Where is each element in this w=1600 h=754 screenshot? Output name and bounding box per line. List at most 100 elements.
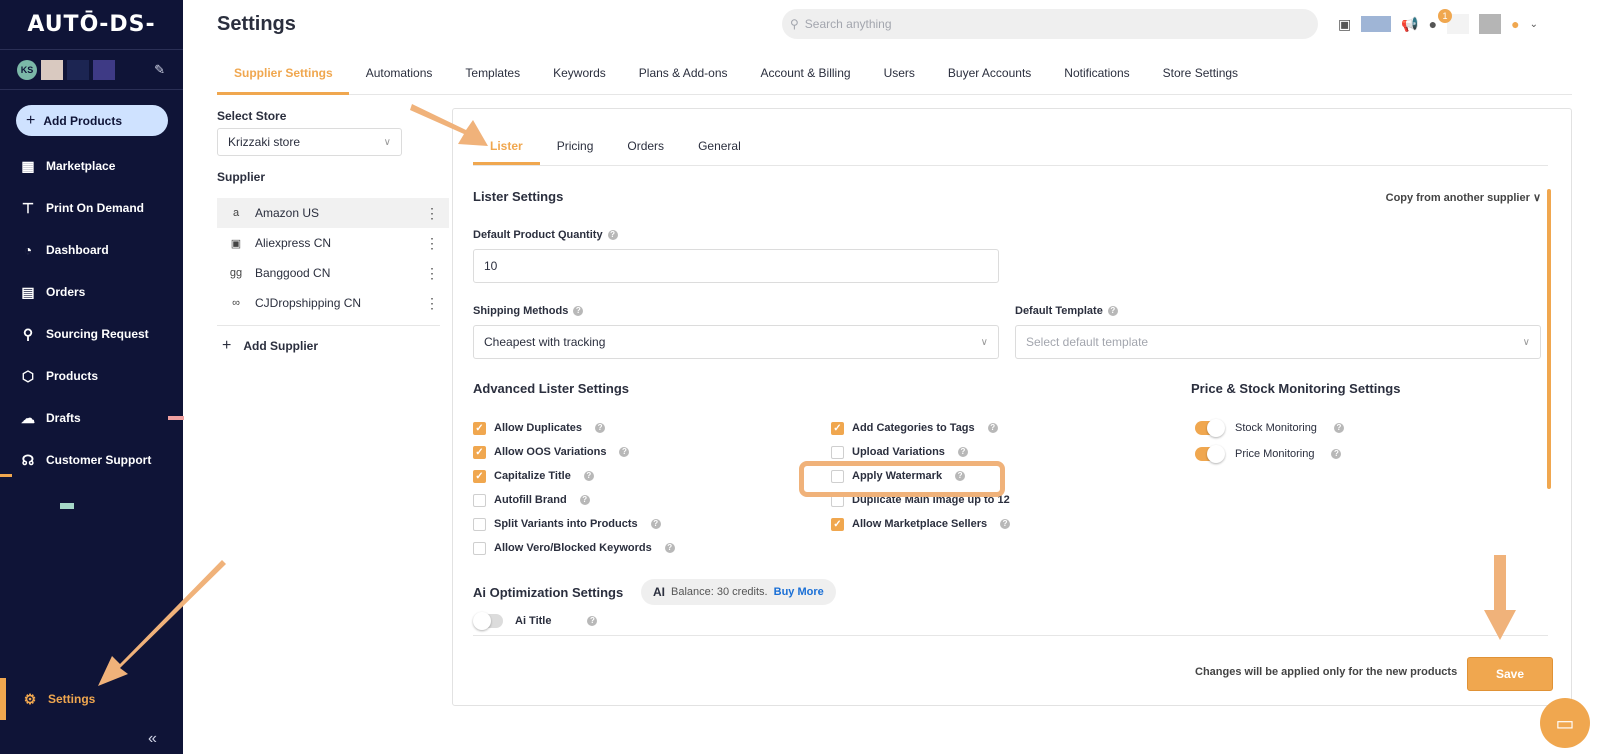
option-allow-oos-variations[interactable]: ✓ Allow OOS Variations? bbox=[473, 444, 630, 460]
copy-from-supplier-link[interactable]: Copy from another supplier ∨ bbox=[1386, 191, 1541, 204]
chevron-down-icon[interactable]: ⌄ bbox=[1530, 19, 1538, 30]
tab-buyer-accounts[interactable]: Buyer Accounts bbox=[931, 60, 1047, 95]
search-input[interactable]: ⚲ Search anything bbox=[782, 9, 1318, 39]
user-icon[interactable]: ● bbox=[1511, 16, 1519, 32]
option-add-categories-to-tags[interactable]: ✓ Add Categories to Tags? bbox=[831, 420, 998, 436]
toggle-switch[interactable] bbox=[473, 612, 503, 630]
toggle-ai-title[interactable]: Ai Title? bbox=[473, 612, 598, 630]
scrollbar[interactable] bbox=[1547, 189, 1551, 489]
store-switch-icon[interactable]: ▣ bbox=[1338, 16, 1351, 33]
chat-support-button[interactable]: ▭ bbox=[1540, 698, 1590, 748]
checkbox[interactable]: ✓ bbox=[831, 517, 844, 531]
toggle-switch[interactable] bbox=[1195, 445, 1225, 463]
checkbox[interactable]: ✓ bbox=[473, 469, 486, 483]
help-icon[interactable]: ? bbox=[1331, 449, 1342, 459]
help-icon[interactable]: ? bbox=[595, 423, 606, 433]
toggle-price-monitoring[interactable]: Price Monitoring? bbox=[1195, 445, 1342, 463]
help-icon[interactable]: ? bbox=[957, 447, 968, 457]
help-icon[interactable]: ? bbox=[1000, 519, 1011, 529]
checkbox[interactable]: ✓ bbox=[473, 421, 486, 435]
checkbox[interactable] bbox=[473, 541, 486, 555]
template-select[interactable]: Select default template ∨ bbox=[1015, 325, 1541, 359]
help-icon[interactable]: ? bbox=[573, 306, 584, 317]
more-vertical-icon[interactable]: ⋮ bbox=[425, 265, 439, 282]
megaphone-icon[interactable]: 📢 bbox=[1401, 16, 1418, 33]
help-icon[interactable]: ? bbox=[619, 447, 630, 457]
tab-pricing[interactable]: Pricing bbox=[540, 133, 611, 165]
help-icon[interactable]: ? bbox=[650, 519, 661, 529]
help-icon[interactable]: ? bbox=[579, 495, 590, 505]
help-icon[interactable]: ? bbox=[583, 471, 594, 481]
checkbox[interactable]: ✓ bbox=[831, 421, 844, 435]
toggle-stock-monitoring[interactable]: Stock Monitoring? bbox=[1195, 419, 1344, 437]
tab-keywords[interactable]: Keywords bbox=[536, 60, 622, 95]
sidebar-item-drafts[interactable]: ☁ Drafts bbox=[0, 397, 183, 439]
supplier-item-aliexpress-cn[interactable]: ▣ Aliexpress CN ⋮ bbox=[217, 228, 449, 258]
more-vertical-icon[interactable]: ⋮ bbox=[425, 295, 439, 312]
checkbox[interactable]: ✓ bbox=[473, 445, 486, 459]
tab-store-settings[interactable]: Store Settings bbox=[1146, 60, 1254, 95]
option-allow-vero-keywords[interactable]: Allow Vero/Blocked Keywords? bbox=[473, 540, 675, 556]
toggle-switch[interactable] bbox=[1195, 419, 1225, 437]
checkbox[interactable] bbox=[473, 517, 486, 531]
add-products-button[interactable]: + Add Products bbox=[16, 105, 168, 136]
account-swatch bbox=[67, 59, 89, 80]
sidebar-item-customer-support[interactable]: ☊ Customer Support bbox=[0, 439, 183, 481]
sidebar-item-orders[interactable]: ▤ Orders bbox=[0, 271, 183, 313]
sidebar-item-products[interactable]: ⬡ Products bbox=[0, 355, 183, 397]
tab-lister[interactable]: Lister bbox=[473, 133, 540, 165]
option-upload-variations[interactable]: Upload Variations? bbox=[831, 444, 968, 460]
sidebar: AUTŌ-DS- KS ✎ + Add Products ▦ Marketplac… bbox=[0, 0, 183, 754]
add-supplier-button[interactable]: + Add Supplier bbox=[222, 337, 318, 355]
quantity-input[interactable]: 10 bbox=[473, 249, 999, 283]
more-vertical-icon[interactable]: ⋮ bbox=[425, 205, 439, 222]
tab-supplier-settings[interactable]: Supplier Settings bbox=[217, 60, 349, 95]
tab-plans-addons[interactable]: Plans & Add-ons bbox=[622, 60, 744, 95]
store-logo[interactable] bbox=[1361, 16, 1392, 32]
option-label: Allow Marketplace Sellers bbox=[852, 518, 988, 530]
save-button[interactable]: Save bbox=[1467, 657, 1553, 691]
supplier-item-cjdropshipping-cn[interactable]: ∞ CJDropshipping CN ⋮ bbox=[217, 288, 449, 318]
collapse-sidebar-icon[interactable]: « bbox=[148, 730, 157, 748]
sidebar-item-label: Marketplace bbox=[46, 159, 116, 173]
option-allow-marketplace-sellers[interactable]: ✓ Allow Marketplace Sellers? bbox=[831, 516, 1011, 532]
sidebar-item-sourcing-request[interactable]: ⚲ Sourcing Request bbox=[0, 313, 183, 355]
supplier-item-amazon-us[interactable]: a Amazon US ⋮ bbox=[217, 198, 449, 228]
sidebar-item-dashboard[interactable]: ◔ Dashboard bbox=[0, 229, 183, 271]
sidebar-item-print-on-demand[interactable]: ⊤ Print On Demand bbox=[0, 187, 183, 229]
tab-orders[interactable]: Orders bbox=[610, 133, 681, 165]
option-capitalize-title[interactable]: ✓ Capitalize Title? bbox=[473, 468, 594, 484]
buy-more-link[interactable]: Buy More bbox=[774, 586, 824, 598]
checkbox[interactable] bbox=[473, 493, 486, 507]
shipping-select[interactable]: Cheapest with tracking ∨ bbox=[473, 325, 999, 359]
help-icon[interactable]: ? bbox=[664, 543, 675, 553]
pencil-icon[interactable]: ✎ bbox=[154, 62, 165, 78]
tab-account-billing[interactable]: Account & Billing bbox=[744, 60, 867, 95]
sidebar-item-settings[interactable]: ⚙ Settings bbox=[0, 678, 183, 720]
logo[interactable]: AUTŌ-DS- bbox=[0, 0, 183, 50]
tab-users[interactable]: Users bbox=[867, 60, 931, 95]
bell-icon[interactable]: ● bbox=[1429, 16, 1437, 32]
help-icon[interactable]: ? bbox=[607, 230, 618, 241]
account-swatch bbox=[1479, 14, 1502, 34]
tab-automations[interactable]: Automations bbox=[349, 60, 449, 95]
help-icon[interactable]: ? bbox=[987, 423, 998, 433]
option-split-variants[interactable]: Split Variants into Products? bbox=[473, 516, 661, 532]
store-select[interactable]: Krizzaki store ∨ bbox=[217, 128, 402, 156]
supplier-item-banggood-cn[interactable]: gg Banggood CN ⋮ bbox=[217, 258, 449, 288]
divider bbox=[473, 635, 1548, 636]
gauge-icon: ◔ bbox=[23, 242, 33, 258]
help-icon[interactable]: ? bbox=[1107, 306, 1118, 317]
option-allow-duplicates[interactable]: ✓ Allow Duplicates? bbox=[473, 420, 606, 436]
tab-general[interactable]: General bbox=[681, 133, 758, 165]
help-icon[interactable]: ? bbox=[1333, 423, 1344, 433]
checkbox[interactable] bbox=[831, 445, 844, 459]
tab-notifications[interactable]: Notifications bbox=[1047, 60, 1145, 95]
more-vertical-icon[interactable]: ⋮ bbox=[425, 235, 439, 252]
option-autofill-brand[interactable]: Autofill Brand? bbox=[473, 492, 590, 508]
help-icon[interactable]: ? bbox=[587, 616, 598, 626]
avatar[interactable]: KS bbox=[17, 59, 37, 80]
tab-templates[interactable]: Templates bbox=[448, 60, 536, 95]
sidebar-item-marketplace[interactable]: ▦ Marketplace bbox=[0, 145, 183, 187]
shipping-label-text: Shipping Methods bbox=[473, 305, 569, 317]
